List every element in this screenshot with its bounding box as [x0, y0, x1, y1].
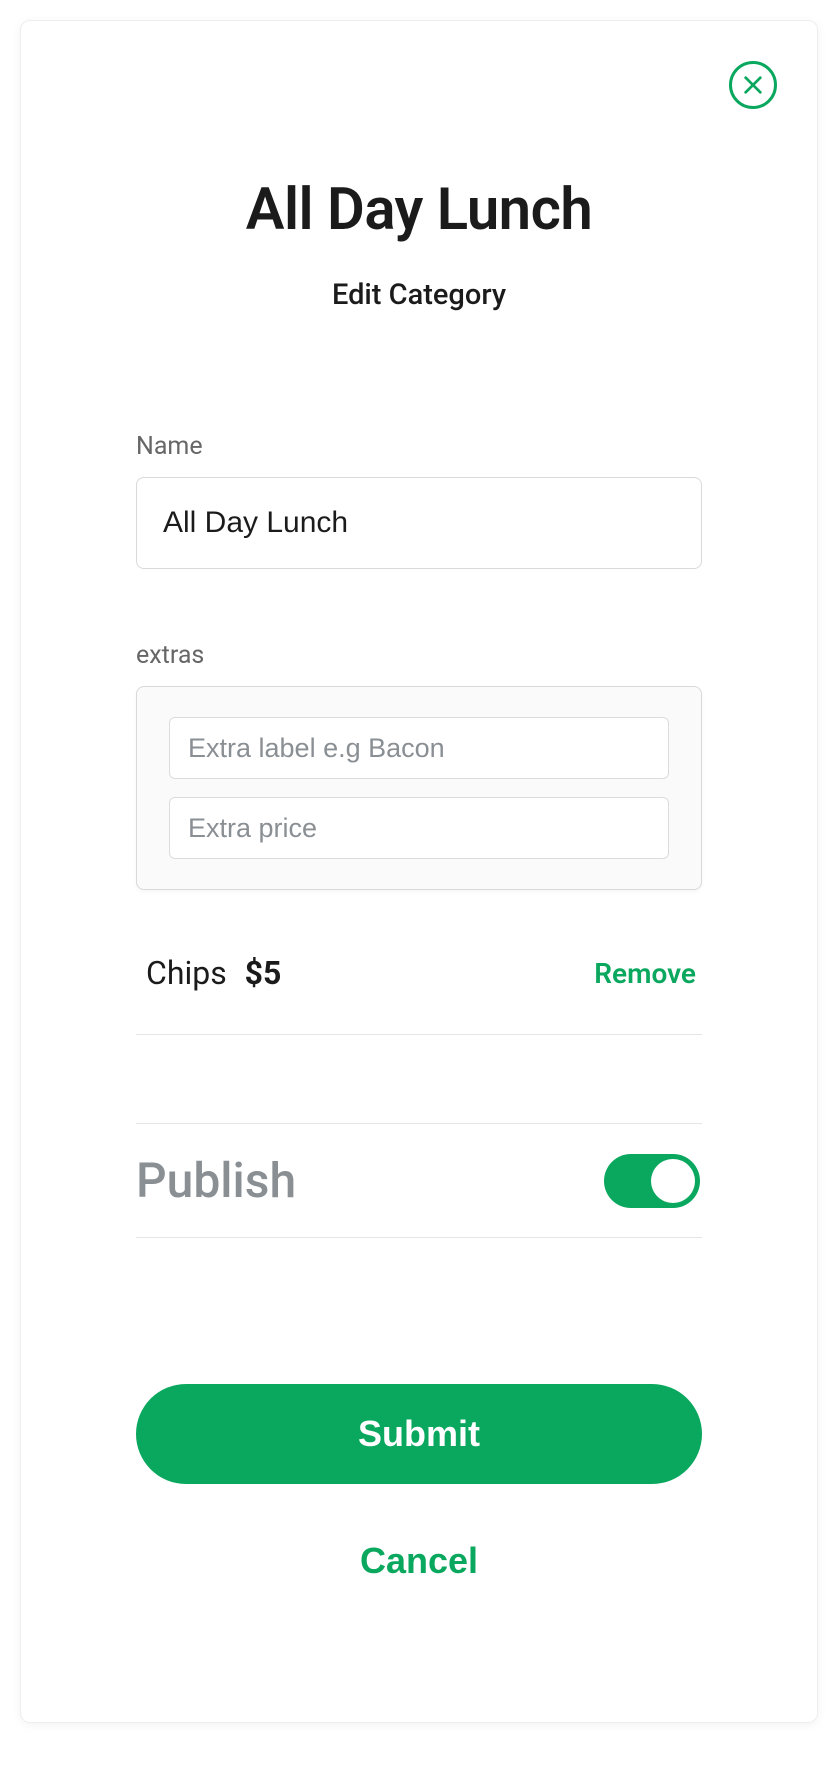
name-input[interactable] [136, 477, 702, 569]
publish-row: Publish [136, 1123, 702, 1238]
cancel-button[interactable]: Cancel [136, 1540, 702, 1582]
close-icon [742, 74, 764, 96]
extras-label: extras [136, 641, 702, 670]
toggle-knob [651, 1159, 695, 1203]
extra-item-name: Chips [146, 954, 227, 992]
extras-entry-box [136, 686, 702, 890]
extra-price-input[interactable] [169, 797, 669, 859]
edit-category-modal: All Day Lunch Edit Category Name extras … [20, 20, 818, 1723]
extra-label-input[interactable] [169, 717, 669, 779]
extra-item-price: $5 [245, 954, 282, 992]
close-button[interactable] [729, 61, 777, 109]
modal-content: Name extras Chips $5 Remove Publish Subm… [136, 432, 702, 1582]
publish-toggle[interactable] [604, 1154, 700, 1208]
name-label: Name [136, 432, 702, 461]
publish-label: Publish [136, 1152, 296, 1209]
extra-item-row: Chips $5 Remove [136, 954, 702, 1035]
modal-title: All Day Lunch [21, 176, 817, 244]
extra-item-text: Chips $5 [146, 954, 281, 992]
modal-subtitle: Edit Category [21, 278, 817, 312]
submit-button[interactable]: Submit [136, 1384, 702, 1484]
remove-extra-button[interactable]: Remove [594, 957, 696, 990]
